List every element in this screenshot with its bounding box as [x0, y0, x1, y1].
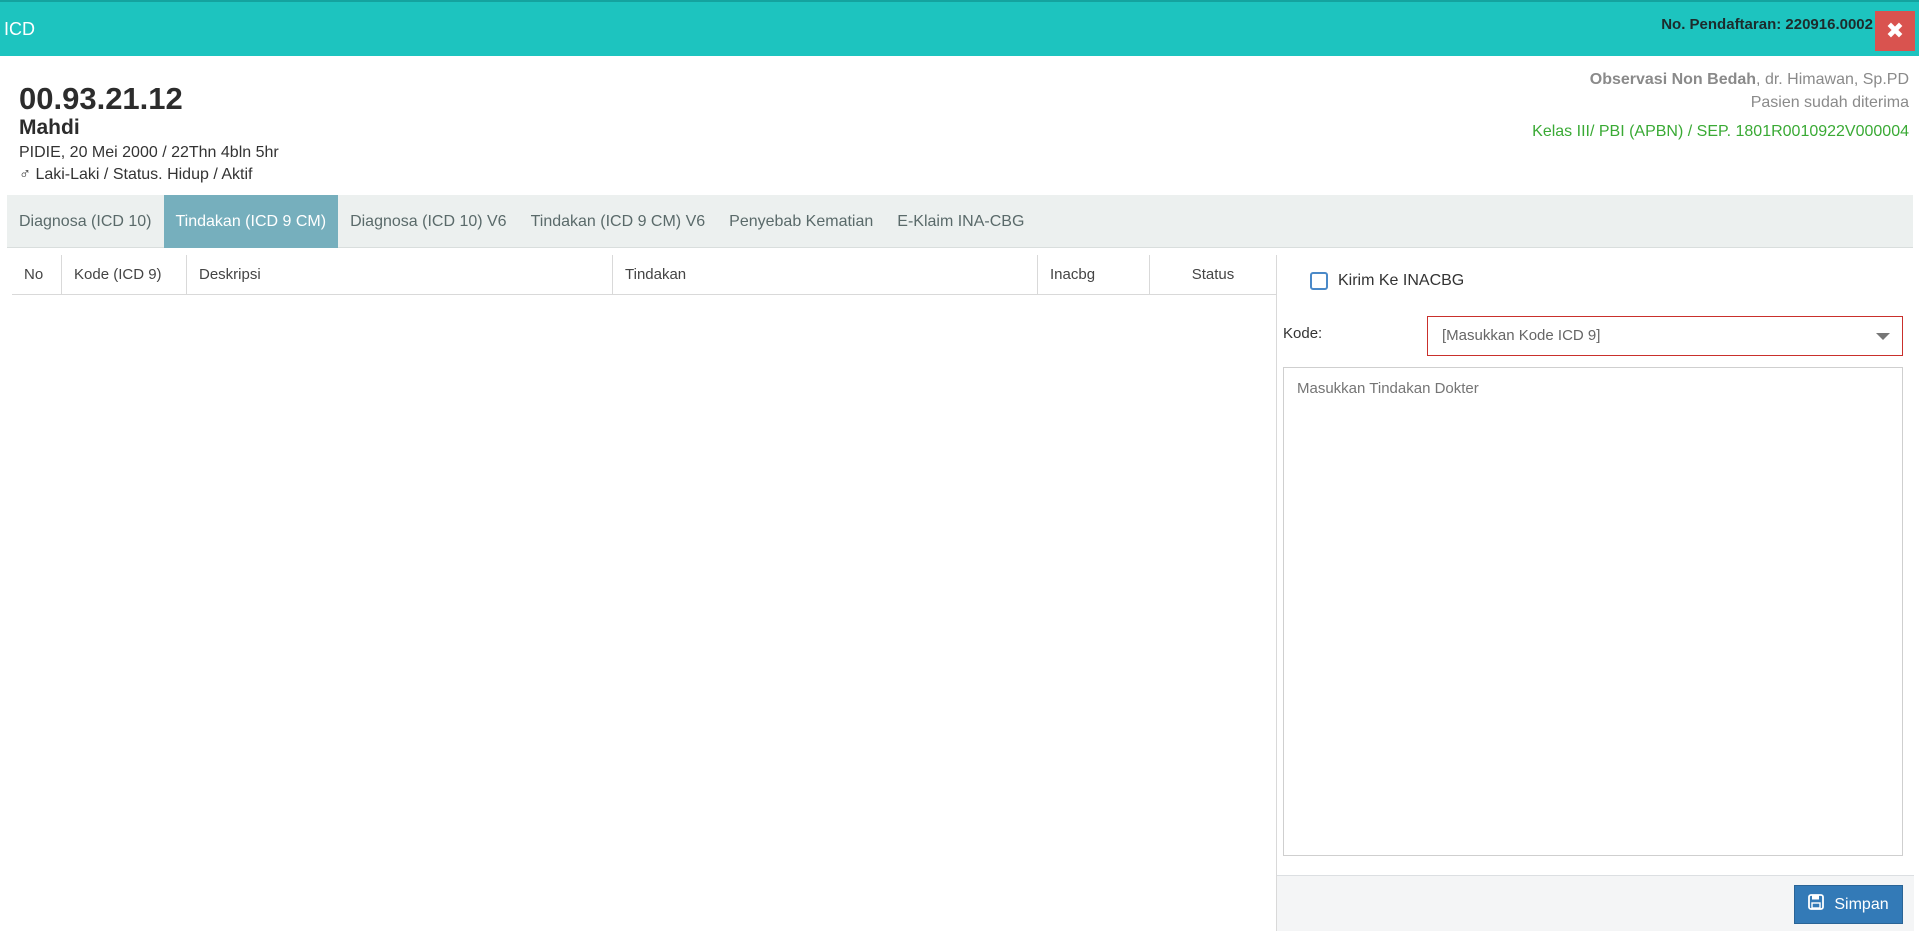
send-inacbg-checkbox[interactable]: [1310, 272, 1328, 290]
close-button[interactable]: ✖: [1875, 11, 1915, 51]
tab-tindakan-icd9cm[interactable]: Tindakan (ICD 9 CM): [163, 195, 339, 248]
patient-sex-status-text: Laki-Laki / Status. Hidup / Aktif: [35, 166, 253, 183]
modal-title: ICD: [4, 19, 35, 39]
kode-icd9-placeholder: [Masukkan Kode ICD 9]: [1442, 327, 1601, 344]
form-footer: Simpan: [1277, 875, 1914, 931]
visit-unit-doctor: Observasi Non Bedah, dr. Himawan, Sp.PD: [1532, 68, 1909, 91]
column-header-inacbg[interactable]: Inacbg: [1038, 255, 1150, 294]
patient-name: Mahdi: [19, 116, 80, 139]
tab-penyebab-kematian[interactable]: Penyebab Kematian: [717, 195, 885, 248]
tab-eklaim-inacbg[interactable]: E-Klaim INA-CBG: [885, 195, 1036, 248]
visit-class-sep: Kelas III/ PBI (APBN) / SEP. 1801R001092…: [1532, 123, 1909, 140]
column-header-deskripsi[interactable]: Deskripsi: [187, 255, 613, 294]
visit-unit: Observasi Non Bedah: [1589, 71, 1757, 88]
tab-tindakan-icd9cm-v6[interactable]: Tindakan (ICD 9 CM) V6: [519, 195, 718, 248]
tab-bar: Diagnosa (ICD 10) Tindakan (ICD 9 CM) Di…: [7, 195, 1913, 248]
patient-sex-status: ♂ Laki-Laki / Status. Hidup / Aktif: [19, 164, 279, 186]
save-button-label: Simpan: [1834, 895, 1889, 913]
registration-number: No. Pendaftaran: 220916.0002: [1661, 16, 1873, 33]
visit-info: Observasi Non Bedah, dr. Himawan, Sp.PD …: [1532, 68, 1909, 143]
tab-diagnosa-icd10-v6[interactable]: Diagnosa (ICD 10) V6: [338, 195, 519, 248]
tab-diagnosa-icd10[interactable]: Diagnosa (ICD 10): [7, 195, 164, 248]
kode-label: Kode:: [1283, 325, 1323, 342]
column-header-status[interactable]: Status: [1150, 255, 1276, 294]
tindakan-form-panel: Kirim Ke INACBG Kode: [Masukkan Kode ICD…: [1276, 255, 1914, 931]
tindakan-dokter-textarea[interactable]: [1283, 367, 1903, 856]
male-icon: ♂: [19, 166, 31, 183]
medical-record-number: 00.93.21.12: [19, 81, 183, 116]
column-header-kode[interactable]: Kode (ICD 9): [62, 255, 187, 294]
table-header: No Kode (ICD 9) Deskripsi Tindakan Inacb…: [12, 255, 1276, 295]
modal-titlebar: ICD No. Pendaftaran: 220916.0002 ✖: [0, 0, 1919, 56]
close-icon: ✖: [1885, 18, 1905, 43]
patient-birth-info: PIDIE, 20 Mei 2000 / 22Thn 4bln 5hr: [19, 144, 279, 161]
visit-status: Pasien sudah diterima: [1750, 94, 1909, 111]
save-button[interactable]: Simpan: [1794, 885, 1903, 924]
save-icon: [1808, 894, 1825, 915]
send-inacbg-label: Kirim Ke INACBG: [1338, 272, 1465, 289]
patient-info: 00.93.21.12 Mahdi PIDIE, 20 Mei 2000 / 2…: [19, 82, 279, 186]
column-header-no[interactable]: No: [12, 255, 62, 294]
visit-doctor: , dr. Himawan, Sp.PD: [1756, 71, 1909, 88]
kode-icd9-select[interactable]: [Masukkan Kode ICD 9]: [1427, 316, 1903, 356]
send-inacbg-row[interactable]: Kirim Ke INACBG: [1310, 272, 1464, 290]
column-header-tindakan[interactable]: Tindakan: [613, 255, 1038, 294]
chevron-down-icon: [1876, 333, 1890, 340]
tindakan-table: No Kode (ICD 9) Deskripsi Tindakan Inacb…: [12, 255, 1276, 295]
